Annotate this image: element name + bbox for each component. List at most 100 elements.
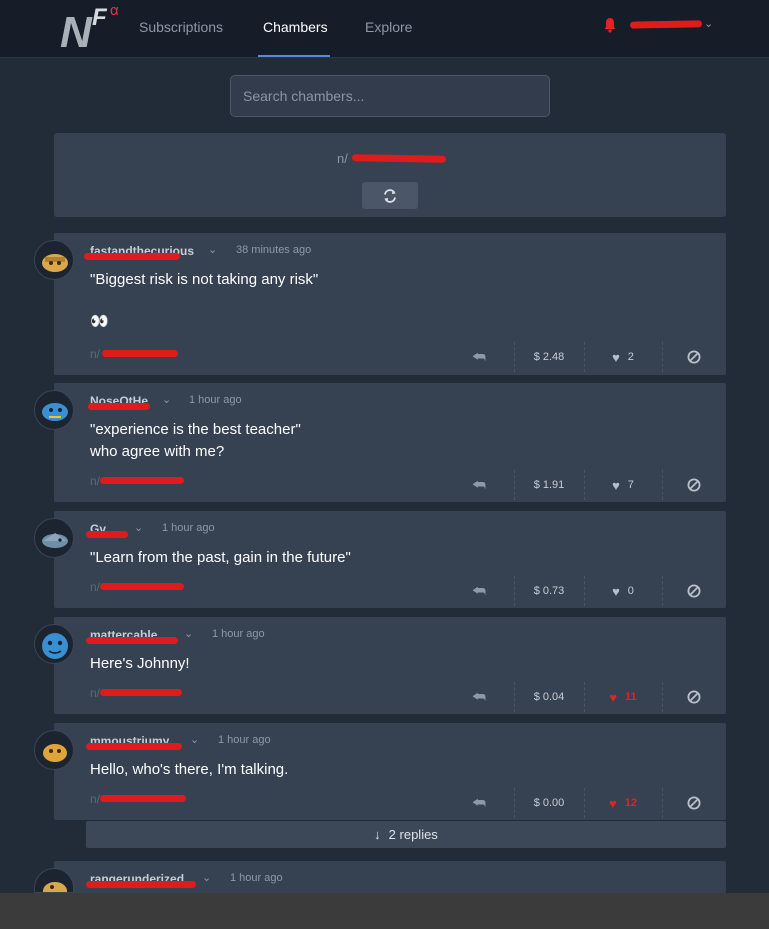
chevron-down-icon[interactable]: ⌄ [162,393,171,406]
tab-chambers[interactable]: Chambers [263,19,328,35]
active-tab-indicator [258,55,330,57]
reply-button[interactable]: ⮪ [444,574,514,608]
post-actions: ⮪ $ 0.00 ♥ 12 [444,786,726,820]
post-tag[interactable]: n/ [90,347,100,361]
tip-value[interactable]: $ 2.48 [514,340,584,374]
avatar[interactable] [34,518,74,558]
chevron-down-icon[interactable]: ⌄ [190,733,199,746]
post-card[interactable]: Gv ⌄ 1 hour ago "Learn from the past, ga… [54,511,726,608]
block-icon [687,478,701,492]
post-card[interactable]: fastandthecurious ⌄ 38 minutes ago "Bigg… [54,233,726,375]
tip-value[interactable]: $ 1.91 [514,468,584,502]
post-actions: ⮪ $ 0.73 ♥ 0 [444,574,726,608]
post-card[interactable]: rangerunderized ⌄ 1 hour ago [54,861,726,893]
author-redaction [86,743,182,750]
reply-button[interactable]: ⮪ [444,340,514,374]
tag-redaction [100,689,182,696]
author-redaction [84,253,180,260]
reply-arrow-icon: ⮪ [472,688,486,706]
avatar[interactable] [34,730,74,770]
like-button[interactable]: ♥ 12 [584,786,662,820]
post-actions: ⮪ $ 0.04 ♥ 11 [444,680,726,714]
post-time: 1 hour ago [162,522,215,534]
post-body: Hello, who's there, I'm talking. [90,759,288,781]
post-tag[interactable]: n/ [90,474,100,488]
block-icon [687,350,701,364]
app-logo[interactable]: N F α [60,2,124,57]
post-tag[interactable]: n/ [90,686,100,700]
chamber-name[interactable]: n/ [337,151,348,166]
block-button[interactable] [662,574,726,608]
tab-explore[interactable]: Explore [365,19,412,35]
tab-subscriptions[interactable]: Subscriptions [139,19,223,35]
logo-alpha: α [110,2,119,19]
like-count: 12 [624,797,637,809]
post-tag[interactable]: n/ [90,580,100,594]
post-text-line: "experience is the best teacher" [90,421,301,438]
refresh-button[interactable] [362,182,418,209]
post-body: "Learn from the past, gain in the future… [90,547,351,569]
reply-button[interactable]: ⮪ [444,680,514,714]
author-redaction [88,403,150,410]
reply-arrow-icon: ⮪ [472,476,486,494]
post-actions: ⮪ $ 1.91 ♥ 7 [444,468,726,502]
post-actions: ⮪ $ 2.48 ♥ 2 [444,340,726,374]
tag-redaction [102,350,178,357]
avatar[interactable] [34,624,74,664]
author-redaction [86,881,196,888]
block-button[interactable] [662,468,726,502]
block-icon [687,584,701,598]
logo-letter-n: N [60,8,92,57]
like-count: 2 [627,351,634,363]
like-button[interactable]: ♥ 0 [584,574,662,608]
chevron-down-icon[interactable]: ⌄ [208,243,217,256]
heart-icon: ♥ [609,689,618,705]
author-redaction [86,637,178,644]
avatar[interactable] [34,240,74,280]
post-card[interactable]: mmoustriumy ⌄ 1 hour ago Hello, who's th… [54,723,726,820]
heart-icon: ♥ [612,477,620,493]
search-input[interactable] [230,75,550,117]
tip-value[interactable]: $ 0.04 [514,680,584,714]
post-body: "experience is the best teacher" who agr… [90,419,301,463]
bell-icon[interactable] [603,17,617,33]
chevron-down-icon[interactable]: ⌄ [704,17,713,30]
username-redaction[interactable] [629,20,703,29]
tag-redaction [100,583,184,590]
like-button[interactable]: ♥ 7 [584,468,662,502]
reply-button[interactable]: ⮪ [444,468,514,502]
chamber-header: n/ [54,133,726,217]
top-nav: N F α Subscriptions Chambers Explore ⌄ [0,0,769,58]
block-icon [687,796,701,810]
block-button[interactable] [662,786,726,820]
chevron-down-icon[interactable]: ⌄ [134,521,143,534]
heart-icon: ♥ [612,349,620,365]
block-icon [687,690,701,704]
logo-letter-f: F [92,4,107,31]
tip-value[interactable]: $ 0.73 [514,574,584,608]
like-button[interactable]: ♥ 2 [584,340,662,374]
block-button[interactable] [662,340,726,374]
heart-icon: ♥ [612,583,620,599]
post-text-line: who agree with me? [90,443,225,460]
reply-arrow-icon: ⮪ [472,582,486,600]
post-card[interactable]: NoseOtHe ⌄ 1 hour ago "experience is the… [54,383,726,502]
post-text-line: "Biggest risk is not taking any risk" [90,271,319,288]
tag-redaction [100,477,184,484]
post-time: 1 hour ago [189,394,242,406]
post-card[interactable]: mattercable ⌄ 1 hour ago Here's Johnny! … [54,617,726,714]
post-time: 1 hour ago [212,628,265,640]
chevron-down-icon[interactable]: ⌄ [184,627,193,640]
post-tag[interactable]: n/ [90,792,100,806]
block-button[interactable] [662,680,726,714]
refresh-icon [384,188,396,203]
tag-redaction [100,795,186,802]
show-replies-button[interactable]: ↓ 2 replies [86,821,726,848]
post-text-line: Hello, who's there, I'm talking. [90,761,289,778]
avatar[interactable] [34,390,74,430]
like-button[interactable]: ♥ 11 [584,680,662,714]
post-time: 1 hour ago [230,872,283,884]
chevron-down-icon[interactable]: ⌄ [202,871,211,884]
tip-value[interactable]: $ 0.00 [514,786,584,820]
reply-button[interactable]: ⮪ [444,786,514,820]
